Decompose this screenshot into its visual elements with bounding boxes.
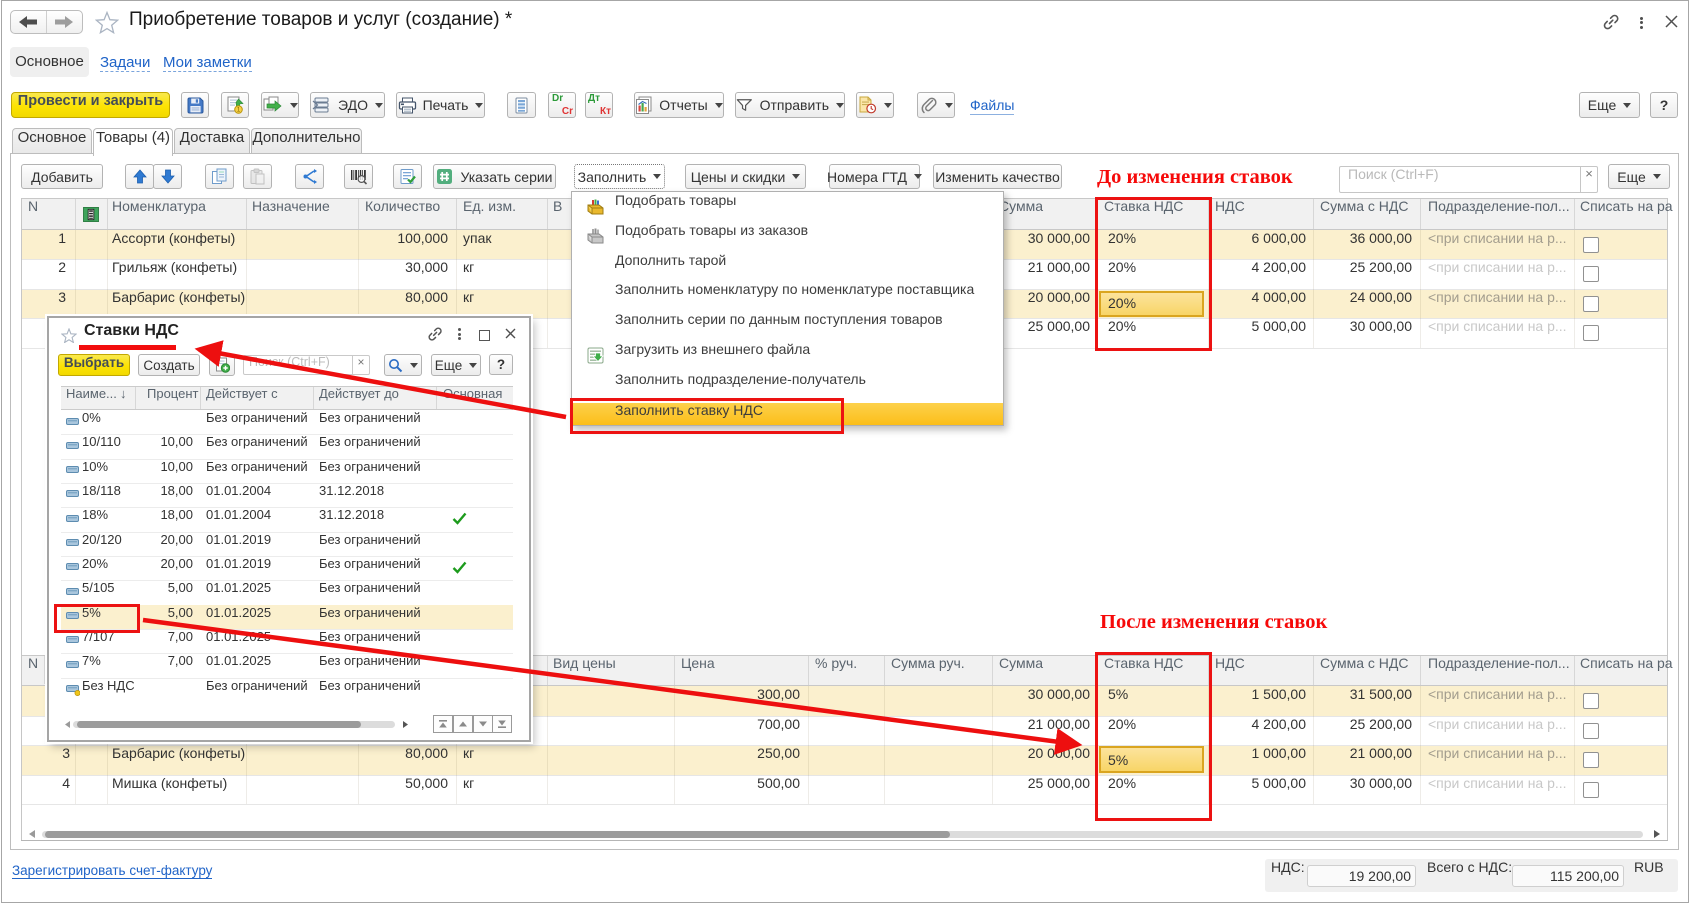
svg-text:1: 1 <box>237 107 241 114</box>
